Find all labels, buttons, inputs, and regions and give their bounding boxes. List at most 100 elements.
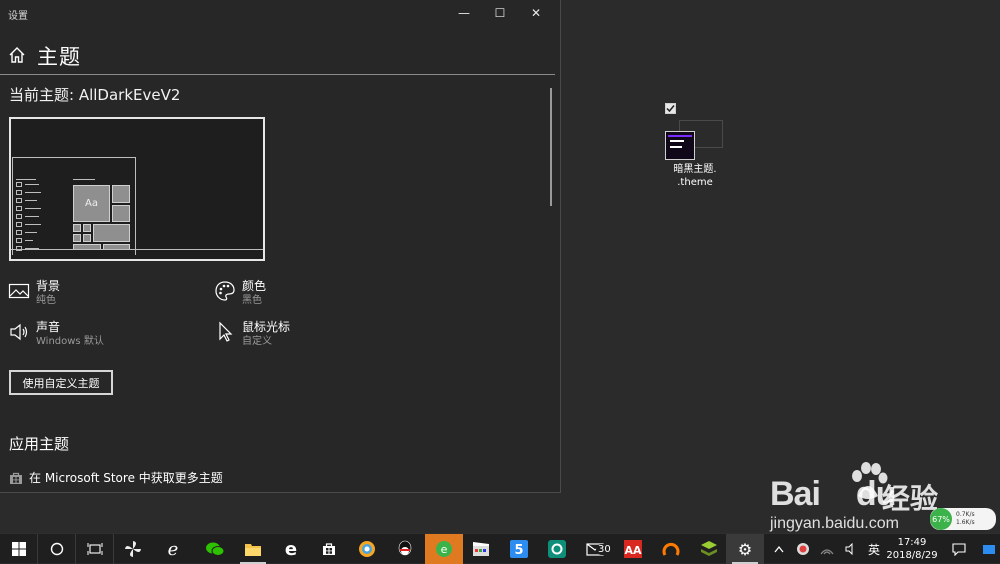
ime-indicator[interactable]: 英: [863, 534, 885, 564]
theme-file-name: 暗黑主题.: [673, 164, 717, 175]
cursor-option[interactable]: 鼠标光标 自定义: [214, 320, 290, 349]
desktop-peek-icon: [983, 544, 995, 554]
header-divider: [0, 74, 555, 75]
taskbar-app-store[interactable]: [310, 534, 348, 564]
speaker-icon: [10, 323, 28, 341]
taskbar-app-ie[interactable]: e: [154, 534, 192, 564]
tray-network[interactable]: [816, 534, 838, 564]
page-title: 主题: [37, 45, 81, 69]
taskbar-app-green-stack[interactable]: [690, 534, 728, 564]
preview-row: [16, 214, 22, 219]
window-title: 设置: [8, 11, 28, 22]
action-center-button[interactable]: [948, 534, 970, 564]
palette-icon: [215, 281, 235, 301]
cortana-button[interactable]: [38, 534, 76, 564]
taskbar-app-file-explorer[interactable]: [234, 534, 272, 564]
notification-icon: [952, 542, 966, 556]
sound-option[interactable]: 声音 Windows 默认: [8, 320, 104, 349]
tray-volume[interactable]: [840, 534, 862, 564]
preview-row: [25, 240, 33, 241]
s-logo-icon: 5: [510, 540, 528, 558]
theme-file-icon[interactable]: [665, 131, 695, 160]
taskbar-app-settings[interactable]: ⚙: [726, 534, 764, 564]
taskbar-app-wechat[interactable]: [196, 534, 234, 564]
store-link[interactable]: 在 Microsoft Store 中获取更多主题: [9, 469, 223, 486]
tray-overflow-button[interactable]: [768, 534, 790, 564]
taskbar-app-video-editor[interactable]: [462, 534, 500, 564]
scrollbar[interactable]: [550, 88, 552, 206]
preview-row: [25, 200, 37, 201]
clock[interactable]: 17:49 2018/8/29: [884, 536, 940, 562]
cortana-circle-icon: [50, 542, 63, 556]
watermark-url: jingyan.baidu.com: [770, 515, 899, 532]
store-bag-icon: [10, 472, 22, 484]
taskbar: e e e 5 AA ⚙ 英 17:49 2018/8/29: [0, 533, 1000, 564]
preview-row: [16, 182, 22, 187]
preview-row: [25, 224, 41, 225]
maximize-button[interactable]: ☐: [482, 0, 518, 26]
use-custom-theme-button[interactable]: 使用自定义主题: [9, 370, 113, 395]
color-option[interactable]: 颜色 黑色: [214, 279, 266, 308]
mail-unread-badge: 30: [596, 544, 613, 555]
preview-taskbar: [11, 249, 263, 250]
preview-row: [25, 208, 41, 209]
svg-text:e: e: [441, 543, 448, 556]
taskbar-app-blue-s[interactable]: 5: [500, 534, 538, 564]
pinwheel-icon: [125, 541, 141, 557]
chevron-up-icon: [774, 545, 784, 553]
taskbar-app-360[interactable]: e: [425, 534, 463, 564]
apply-theme-heading: 应用主题: [9, 435, 70, 453]
close-icon: ✕: [530, 6, 542, 20]
preview-row: [16, 230, 22, 235]
preview-tile: [112, 205, 130, 222]
taskbar-app-pinwheel[interactable]: [114, 534, 152, 564]
watermark-brand-cn: 经验: [882, 482, 939, 515]
stack-icon: [701, 541, 717, 556]
color-option-title: 颜色: [242, 279, 267, 293]
clock-date: 2018/8/29: [886, 550, 938, 561]
tray-record-indicator[interactable]: [792, 534, 814, 564]
folder-icon: [245, 543, 261, 556]
title-bar[interactable]: 设置 — ☐ ✕: [0, 0, 560, 28]
taskbar-app-edge[interactable]: e: [272, 534, 310, 564]
preview-row: [25, 216, 39, 217]
cursor-icon: [219, 321, 233, 342]
desktop-item-checkbox[interactable]: [665, 103, 676, 114]
taskbar-app-browser[interactable]: [348, 534, 386, 564]
wifi-icon: [820, 549, 834, 555]
preview-tile-header: [73, 179, 95, 180]
preview-row: [25, 192, 41, 193]
gear-icon: ⚙: [737, 539, 753, 559]
checkmark-icon: [666, 105, 675, 113]
network-speed-widget[interactable]: 67% 0.7K/s 1.6K/s: [930, 508, 996, 530]
browser-globe-icon: [359, 541, 375, 557]
taskbar-app-qq[interactable]: [386, 534, 424, 564]
store-link-label: 在 Microsoft Store 中获取更多主题: [29, 471, 223, 485]
preview-tile: [112, 185, 130, 203]
task-view-button[interactable]: [76, 534, 114, 564]
ie-icon: e: [167, 538, 179, 560]
close-button[interactable]: ✕: [518, 0, 554, 26]
taskbar-app-orange-ring[interactable]: [652, 534, 690, 564]
refresh-e-icon: e: [436, 541, 452, 557]
start-button[interactable]: [0, 534, 38, 564]
theme-file-label[interactable]: 暗黑主题. .theme: [664, 163, 726, 189]
home-icon[interactable]: [8, 46, 26, 64]
minimize-button[interactable]: —: [446, 0, 482, 26]
taskbar-app-green-c[interactable]: [538, 534, 576, 564]
background-option[interactable]: 背景 纯色: [8, 279, 60, 308]
taskbar-app-red-tool[interactable]: AA: [614, 534, 652, 564]
color-option-value: 黑色: [242, 295, 262, 306]
clapperboard-icon: [473, 542, 489, 556]
clock-time: 17:49: [897, 537, 927, 548]
file-icon-line: [670, 146, 682, 148]
qq-penguin-icon: [398, 540, 412, 556]
current-theme-label: 当前主题: AllDarkEveV2: [9, 86, 181, 104]
preview-row: [16, 190, 22, 195]
preview-tile: [73, 224, 81, 232]
preview-row: [16, 222, 22, 227]
show-desktop-button[interactable]: [978, 534, 1000, 564]
preview-row: [16, 198, 22, 203]
preview-row: [16, 238, 22, 243]
preview-start-menu: Aa: [12, 157, 136, 255]
